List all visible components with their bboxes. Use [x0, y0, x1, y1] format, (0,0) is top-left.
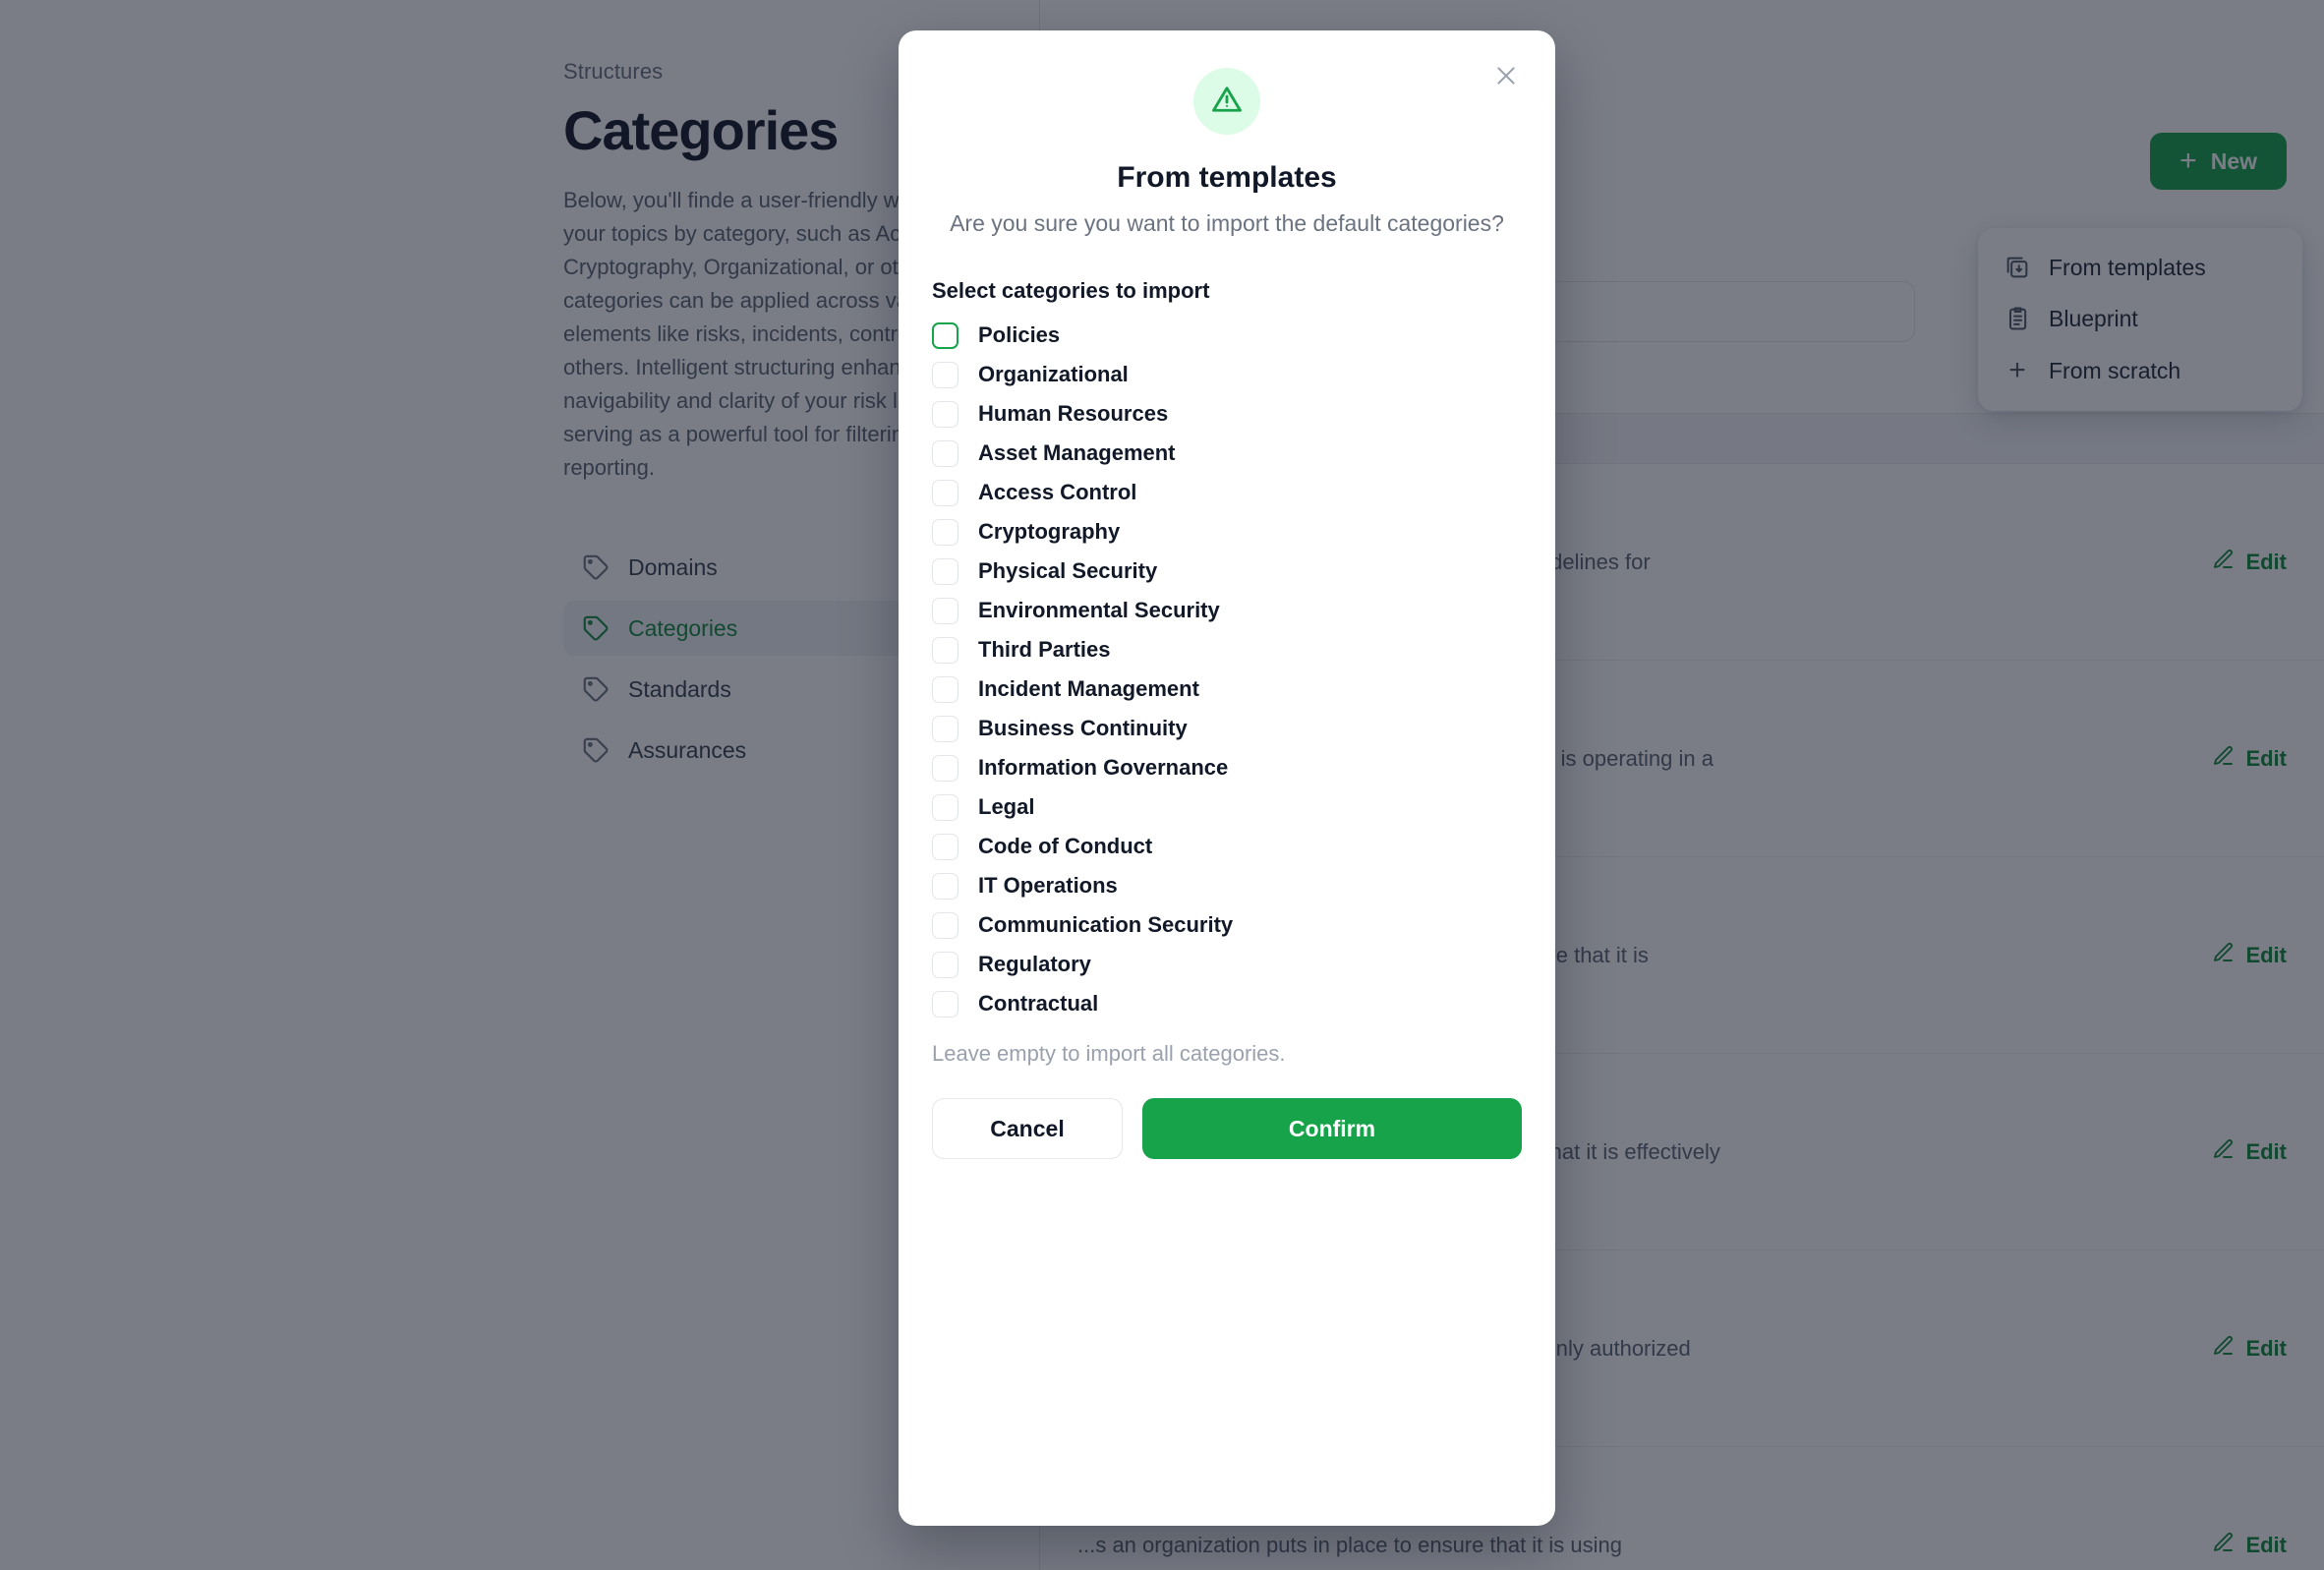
category-row-contractual[interactable]: Contractual	[932, 984, 1522, 1023]
checkbox-regulatory[interactable]	[932, 951, 959, 978]
category-row-access-control[interactable]: Access Control	[932, 473, 1522, 512]
category-label: Communication Security	[978, 912, 1234, 937]
checkbox-incident-management[interactable]	[932, 675, 959, 703]
category-label: Human Resources	[978, 401, 1169, 426]
checkbox-human-resources[interactable]	[932, 400, 959, 428]
category-row-communication-security[interactable]: Communication Security	[932, 905, 1522, 945]
checkbox-business-continuity[interactable]	[932, 715, 959, 742]
category-label: Policies	[978, 322, 1061, 347]
category-label: Asset Management	[978, 440, 1176, 465]
checkbox-third-parties[interactable]	[932, 636, 959, 664]
category-label: Cryptography	[978, 519, 1121, 544]
category-label: Legal	[978, 794, 1035, 819]
checkbox-environmental-security[interactable]	[932, 597, 959, 624]
cancel-button[interactable]: Cancel	[932, 1098, 1123, 1159]
checkbox-information-governance[interactable]	[932, 754, 959, 782]
category-row-cryptography[interactable]: Cryptography	[932, 512, 1522, 552]
screen: Structures Categories Below, you'll find…	[0, 0, 2324, 1570]
category-row-code-of-conduct[interactable]: Code of Conduct	[932, 827, 1522, 866]
close-button[interactable]	[1484, 56, 1528, 99]
category-label: Incident Management	[978, 676, 1199, 701]
category-row-policies[interactable]: Policies	[932, 316, 1522, 355]
warning-triangle-icon	[1209, 82, 1245, 122]
category-row-information-governance[interactable]: Information Governance	[932, 748, 1522, 787]
modal-footer: Cancel Confirm	[932, 1098, 1522, 1159]
select-categories-label: Select categories to import	[932, 278, 1210, 303]
confirm-button[interactable]: Confirm	[1142, 1098, 1522, 1159]
category-label: Code of Conduct	[978, 834, 1153, 858]
category-row-business-continuity[interactable]: Business Continuity	[932, 709, 1522, 748]
category-row-legal[interactable]: Legal	[932, 787, 1522, 827]
category-row-physical-security[interactable]: Physical Security	[932, 552, 1522, 591]
checkbox-policies[interactable]	[932, 321, 959, 349]
category-label: Organizational	[978, 362, 1129, 386]
modal-subtitle: Are you sure you want to import the defa…	[950, 210, 1504, 236]
category-label: Regulatory	[978, 952, 1091, 976]
category-label: Access Control	[978, 480, 1137, 504]
category-row-human-resources[interactable]: Human Resources	[932, 394, 1522, 434]
category-checkbox-list: Policies Organizational Human Resources …	[932, 316, 1522, 1023]
category-label: IT Operations	[978, 873, 1118, 898]
close-icon	[1493, 63, 1519, 93]
category-row-regulatory[interactable]: Regulatory	[932, 945, 1522, 984]
category-label: Third Parties	[978, 637, 1111, 662]
category-row-it-operations[interactable]: IT Operations	[932, 866, 1522, 905]
checkbox-communication-security[interactable]	[932, 911, 959, 939]
category-label: Contractual	[978, 991, 1099, 1016]
category-row-organizational[interactable]: Organizational	[932, 355, 1522, 394]
checkbox-it-operations[interactable]	[932, 872, 959, 900]
modal-title: From templates	[1117, 161, 1337, 194]
category-label: Environmental Security	[978, 598, 1220, 622]
category-row-third-parties[interactable]: Third Parties	[932, 630, 1522, 669]
category-row-environmental-security[interactable]: Environmental Security	[932, 591, 1522, 630]
import-hint: Leave empty to import all categories.	[932, 1041, 1286, 1066]
warning-badge	[1193, 68, 1260, 135]
checkbox-physical-security[interactable]	[932, 557, 959, 585]
checkbox-cryptography[interactable]	[932, 518, 959, 546]
checkbox-legal[interactable]	[932, 793, 959, 821]
checkbox-asset-management[interactable]	[932, 439, 959, 467]
category-label: Physical Security	[978, 558, 1158, 583]
category-row-incident-management[interactable]: Incident Management	[932, 669, 1522, 709]
from-templates-modal: From templates Are you sure you want to …	[899, 30, 1555, 1526]
category-label: Business Continuity	[978, 716, 1188, 740]
checkbox-access-control[interactable]	[932, 479, 959, 506]
checkbox-code-of-conduct[interactable]	[932, 833, 959, 860]
category-label: Information Governance	[978, 755, 1229, 780]
category-row-asset-management[interactable]: Asset Management	[932, 434, 1522, 473]
checkbox-contractual[interactable]	[932, 990, 959, 1018]
checkbox-organizational[interactable]	[932, 361, 959, 388]
